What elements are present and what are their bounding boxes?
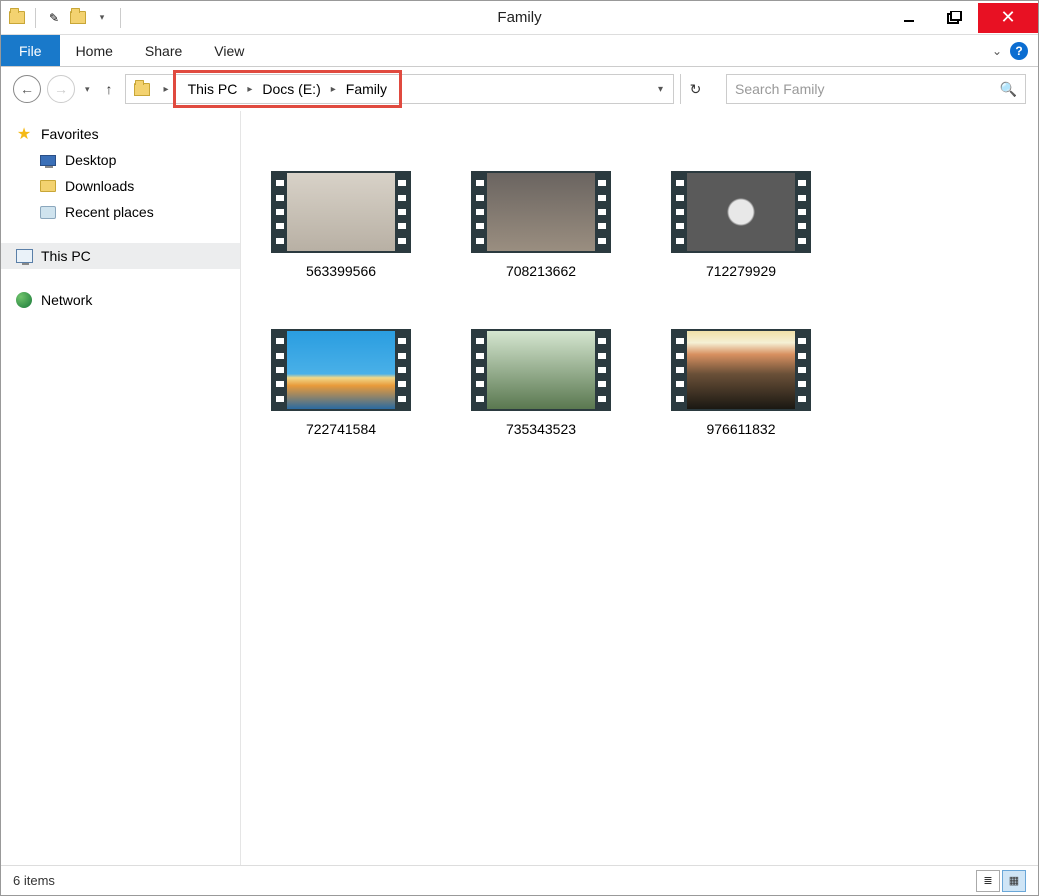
title-bar: ✎ ▾ Family ✕ [1,1,1038,35]
video-thumbnail [471,329,611,411]
thumbnails-view-button[interactable]: ▦ [1002,870,1026,892]
separator [120,8,121,28]
separator [35,8,36,28]
network-icon [15,291,33,309]
file-item[interactable]: 976611832 [661,329,821,437]
sidebar-item-desktop[interactable]: Desktop [1,147,240,173]
video-thumbnail [471,171,611,253]
video-thumbnail [671,171,811,253]
file-name: 712279929 [706,263,776,279]
sidebar-item-network[interactable]: Network [1,287,240,313]
sidebar-item-label: Recent places [65,204,154,220]
video-thumbnail [271,171,411,253]
sidebar-favorites[interactable]: ★ Favorites [1,121,240,147]
this-pc-icon [15,247,33,265]
window-title: Family [497,9,541,26]
folder-app-icon [7,8,27,28]
window-controls: ✕ [886,3,1038,33]
file-item[interactable]: 722741584 [261,329,421,437]
breadcrumb-highlight: This PC ▸ Docs (E:) ▸ Family [173,70,402,108]
file-name: 735343523 [506,421,576,437]
status-item-count: 6 items [13,873,55,888]
address-dropdown-icon[interactable]: ▾ [648,84,673,95]
sidebar-item-this-pc[interactable]: This PC [1,243,240,269]
breadcrumb-segment[interactable]: Docs (E:) [258,81,324,97]
back-button[interactable]: ← [13,75,41,103]
sidebar-item-label: Desktop [65,152,116,168]
sidebar-item-downloads[interactable]: Downloads [1,173,240,199]
file-name: 708213662 [506,263,576,279]
recent-places-icon [39,203,57,221]
search-input[interactable] [735,81,1000,97]
breadcrumb-arrow-icon[interactable]: ▸ [325,84,342,95]
file-item[interactable]: 563399566 [261,171,421,279]
quick-access-toolbar: ✎ ▾ [1,8,125,28]
breadcrumb-arrow-icon[interactable]: ▸ [241,84,258,95]
main-area: ★ Favorites Desktop Downloads Recent pla… [1,111,1038,865]
sidebar-item-label: Downloads [65,178,134,194]
up-button[interactable]: ↑ [100,81,119,97]
star-icon: ★ [15,125,33,143]
minimize-button[interactable] [886,3,932,33]
details-view-button[interactable]: ≣ [976,870,1000,892]
tab-share[interactable]: Share [129,35,198,66]
file-name: 722741584 [306,421,376,437]
address-folder-icon [132,79,152,99]
file-name: 976611832 [706,421,775,437]
status-bar: 6 items ≣ ▦ [1,865,1038,895]
file-item[interactable]: 735343523 [461,329,621,437]
navigation-row: ← → ▾ ↑ ▸ This PC ▸ Docs (E:) ▸ Family ▾… [1,67,1038,111]
sidebar-item-recent-places[interactable]: Recent places [1,199,240,225]
video-thumbnail [671,329,811,411]
search-box[interactable]: 🔍 [726,74,1026,104]
tab-home[interactable]: Home [60,35,129,66]
refresh-button[interactable]: ↻ [680,74,710,104]
search-icon[interactable]: 🔍 [1000,81,1017,98]
navigation-pane: ★ Favorites Desktop Downloads Recent pla… [1,111,241,865]
desktop-icon [39,151,57,169]
downloads-icon [39,177,57,195]
breadcrumb-segment[interactable]: Family [342,81,391,97]
sidebar-item-label: This PC [41,248,91,264]
sidebar-label: Favorites [41,126,99,142]
file-item[interactable]: 708213662 [461,171,621,279]
close-button[interactable]: ✕ [978,3,1038,33]
sidebar-item-label: Network [41,292,92,308]
file-list[interactable]: 563399566 708213662 712279929 [241,111,1038,865]
file-name: 563399566 [306,263,376,279]
properties-icon[interactable]: ✎ [44,8,64,28]
tab-view[interactable]: View [198,35,260,66]
new-folder-icon[interactable] [68,8,88,28]
forward-button[interactable]: → [47,75,75,103]
maximize-button[interactable] [932,3,978,33]
video-thumbnail [271,329,411,411]
breadcrumb-segment[interactable]: This PC [184,81,242,97]
address-bar[interactable]: ▸ This PC ▸ Docs (E:) ▸ Family ▾ [125,74,674,104]
tab-file[interactable]: File [1,35,60,66]
qat-dropdown-icon[interactable]: ▾ [92,8,112,28]
recent-locations-dropdown[interactable]: ▾ [81,84,94,95]
ribbon-tabs: File Home Share View ⌄ ? [1,35,1038,67]
help-icon[interactable]: ? [1010,42,1028,60]
file-item[interactable]: 712279929 [661,171,821,279]
ribbon-expand-icon[interactable]: ⌄ [992,44,1002,58]
